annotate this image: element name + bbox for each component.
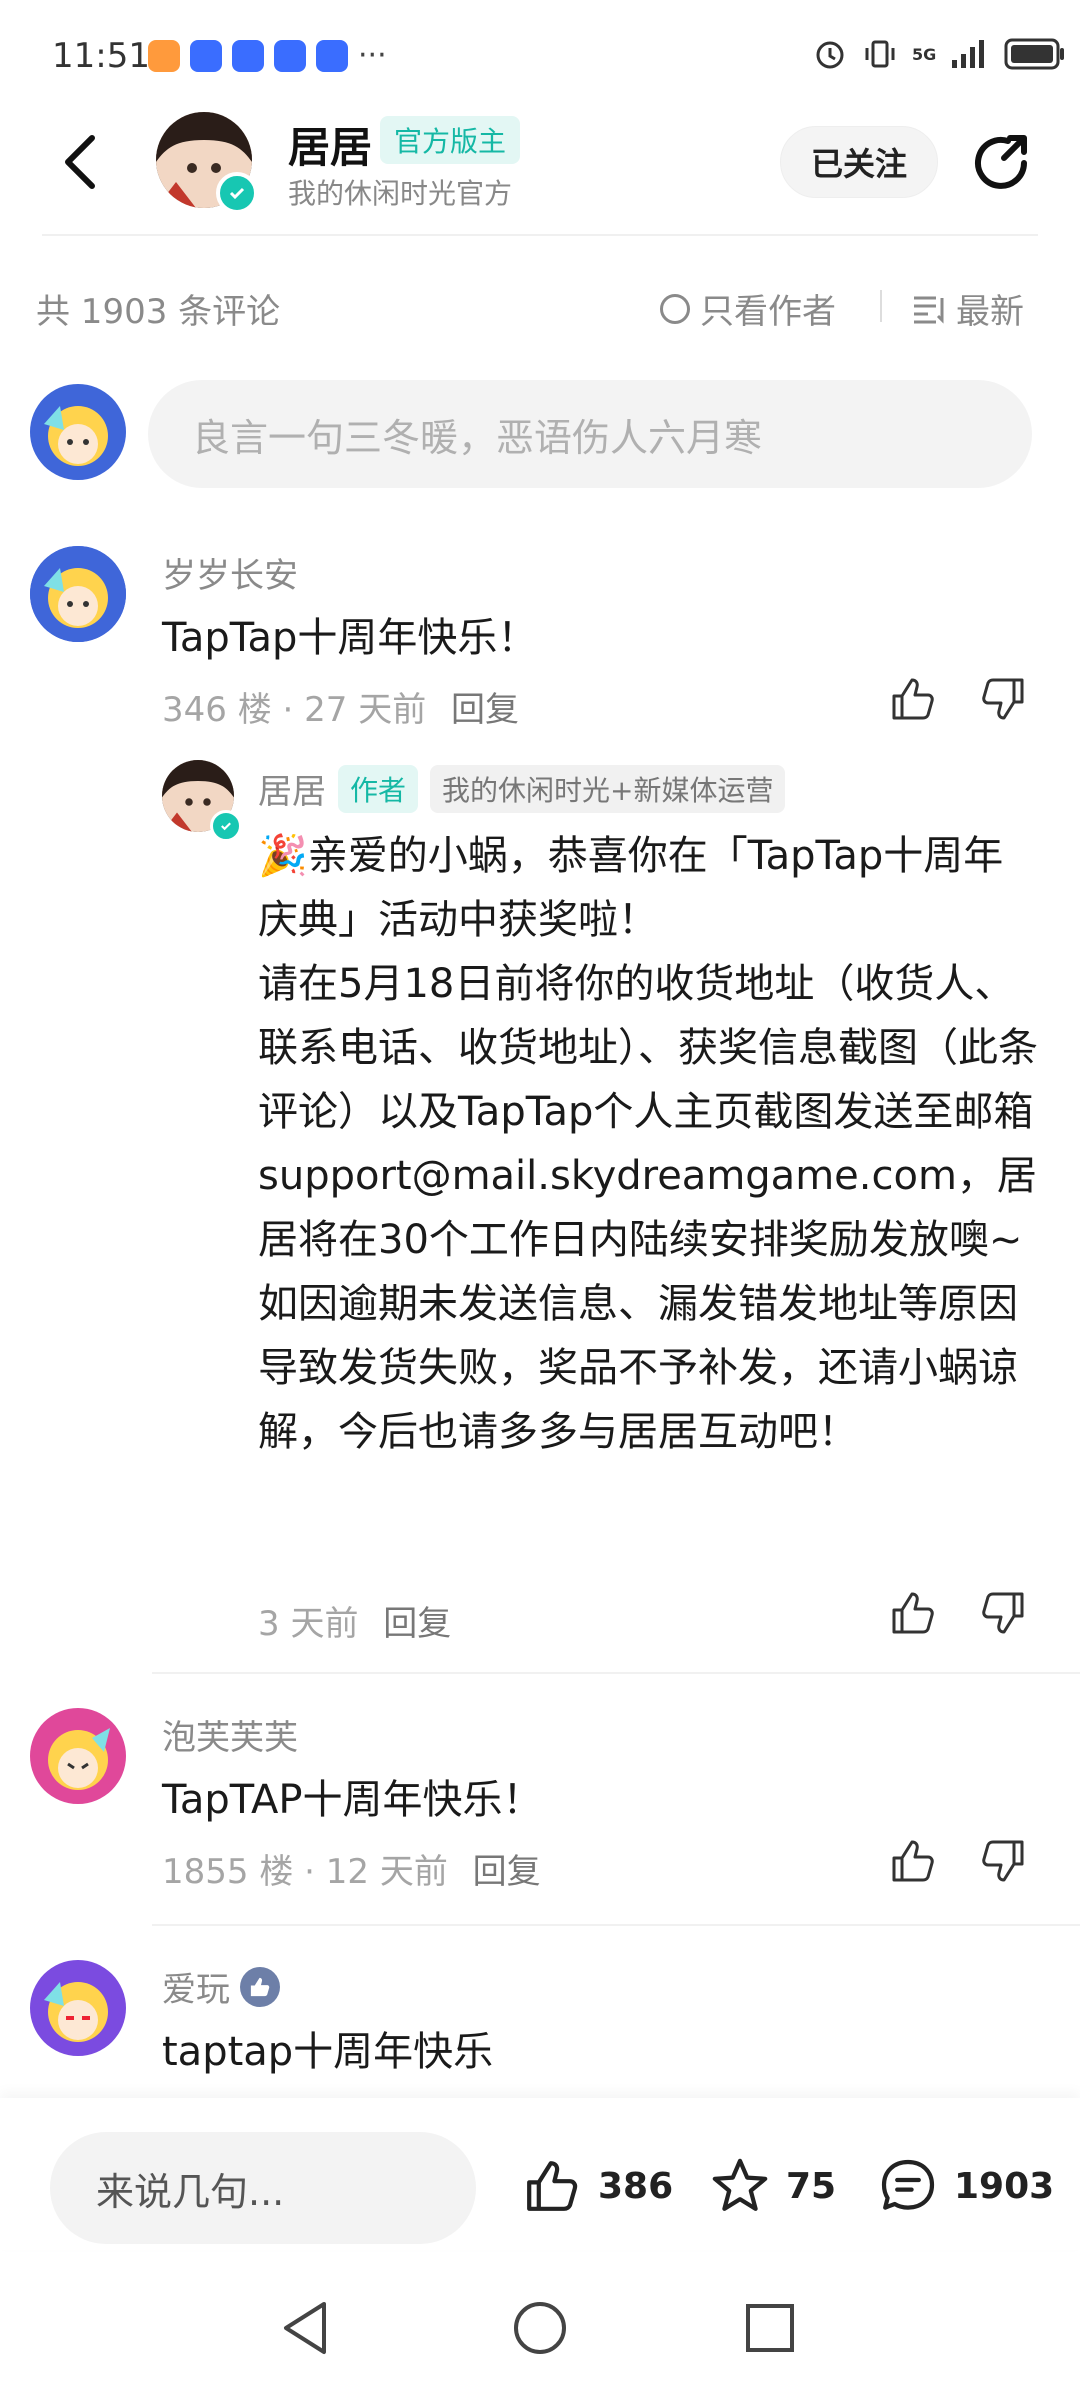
comment-text: TapTap十周年快乐！	[162, 615, 538, 661]
avatar-image	[30, 384, 126, 480]
thumbs-down-icon	[982, 1840, 1024, 1882]
status-time: 11:51	[52, 36, 150, 76]
sort-button[interactable]: 最新	[912, 284, 1024, 333]
reply-author-row: 居居 作者 我的休闲时光+新媒体运营	[258, 764, 786, 813]
nav-back-icon[interactable]	[280, 2300, 330, 2356]
comment-meta: 1855 楼 · 12 天前 回复	[162, 1844, 541, 1893]
sort-icon	[914, 296, 944, 324]
avatar-image	[30, 546, 126, 642]
dislike-button[interactable]	[978, 1836, 1028, 1890]
comment-text: TapTAP十周年快乐！	[162, 1777, 543, 1823]
signal-icon	[952, 40, 985, 68]
thumbs-down-icon	[982, 1592, 1024, 1634]
header-divider	[42, 234, 1038, 236]
commenter-avatar[interactable]	[30, 546, 126, 642]
comment-bubble-icon	[881, 2159, 935, 2210]
battery-icon	[1004, 38, 1065, 70]
chevron-left-icon	[65, 135, 95, 189]
official-moderator-badge: 官方版主	[380, 116, 521, 164]
avatar-image	[30, 1708, 126, 1804]
my-avatar	[30, 384, 126, 480]
thumbs-up-icon	[527, 2161, 578, 2211]
reply-author-name[interactable]: 居居	[258, 764, 326, 813]
share-button[interactable]	[968, 130, 1034, 196]
app-notification-icon	[148, 39, 180, 72]
reply-button[interactable]: 回复	[451, 690, 519, 730]
avatar-image	[30, 1960, 126, 2056]
commenter-name[interactable]: 爱玩	[162, 1962, 230, 2011]
reply-text: 🎉亲爱的小蜗，恭喜你在「TapTap十周年庆典」活动中获奖啦！ 请在5月18日前…	[258, 833, 1038, 1455]
commenter-name[interactable]: 岁岁长安	[162, 548, 298, 597]
more-notifications: ···	[358, 38, 387, 73]
favorite-count: 75	[786, 2165, 837, 2207]
vibrate-icon	[865, 40, 895, 68]
user-badge-icon	[240, 1966, 280, 2007]
like-post-button[interactable]: 386	[520, 2156, 673, 2216]
dislike-button[interactable]	[978, 1588, 1028, 1642]
thumbs-up-icon	[250, 1977, 270, 1996]
write-comment-input[interactable]: 来说几句...	[50, 2132, 476, 2244]
commenter-name[interactable]: 泡芙芙芙	[162, 1710, 298, 1759]
like-button[interactable]	[888, 1836, 938, 1890]
comment-text: taptap十周年快乐	[162, 2029, 494, 2075]
check-icon	[221, 822, 231, 831]
verified-icon	[210, 810, 242, 842]
author-name[interactable]: 居居	[288, 114, 372, 175]
notification-icons: ···	[148, 38, 387, 73]
system-icons: 5G	[812, 36, 1066, 72]
thumbs-up-icon	[892, 1840, 934, 1882]
commenter-avatar[interactable]	[30, 1708, 126, 1804]
system-navigation-bar	[0, 2260, 1080, 2388]
status-bar: 11:51 ··· 5G	[0, 0, 1080, 118]
nav-recents-icon[interactable]	[744, 2302, 796, 2354]
reply-button[interactable]: 回复	[383, 1604, 451, 1644]
floor-and-time: 346 楼 · 27 天前	[162, 690, 427, 730]
floor-and-time: 1855 楼 · 12 天前	[162, 1852, 448, 1892]
nav-home-icon[interactable]	[512, 2300, 568, 2356]
network-type: 5G	[912, 44, 937, 64]
comment-divider	[152, 1672, 1080, 1674]
star-icon	[712, 2158, 768, 2211]
comment-input[interactable]: 良言一句三冬暖，恶语伤人六月寒	[148, 380, 1032, 488]
like-button[interactable]	[888, 674, 938, 728]
verified-icon	[216, 172, 258, 214]
like-count: 386	[598, 2165, 674, 2207]
comment-count: 共 1903 条评论	[36, 292, 281, 332]
author-tag: 作者	[338, 764, 419, 813]
thumbs-down-icon	[982, 678, 1024, 720]
share-icon	[975, 135, 1027, 189]
commenter-row: 爱玩	[162, 1962, 280, 2011]
favorite-button[interactable]: 75	[708, 2156, 836, 2216]
alarm-icon	[816, 41, 844, 69]
author-subtitle: 我的休闲时光官方	[288, 177, 513, 210]
commenter-avatar[interactable]	[30, 1960, 126, 2056]
reply-time: 3 天前	[258, 1604, 359, 1644]
dislike-button[interactable]	[978, 674, 1028, 728]
thumbs-up-icon	[892, 678, 934, 720]
reply-button[interactable]: 回复	[473, 1852, 541, 1892]
like-button[interactable]	[888, 1588, 938, 1642]
sort-label: 最新	[956, 292, 1024, 332]
back-button[interactable]	[58, 132, 102, 192]
role-tag: 我的休闲时光+新媒体运营	[430, 764, 786, 813]
app-notification-icon	[190, 39, 222, 72]
comments-button[interactable]: 1903	[876, 2156, 1054, 2216]
follow-button[interactable]: 已关注	[780, 126, 938, 198]
filter-divider	[880, 290, 882, 322]
app-notification-icon	[274, 39, 306, 72]
only-author-label: 只看作者	[700, 292, 836, 332]
comment-meta: 346 楼 · 27 天前 回复	[162, 682, 519, 731]
check-icon	[229, 187, 245, 200]
comment-divider	[152, 1924, 1080, 1926]
app-notification-icon	[232, 39, 264, 72]
thumbs-up-icon	[892, 1592, 934, 1634]
reply-meta: 3 天前 回复	[258, 1596, 451, 1645]
only-author-toggle[interactable]: 只看作者	[660, 284, 836, 333]
app-notification-icon	[316, 39, 348, 72]
radio-icon	[660, 293, 690, 324]
comment-total: 1903	[954, 2165, 1055, 2207]
